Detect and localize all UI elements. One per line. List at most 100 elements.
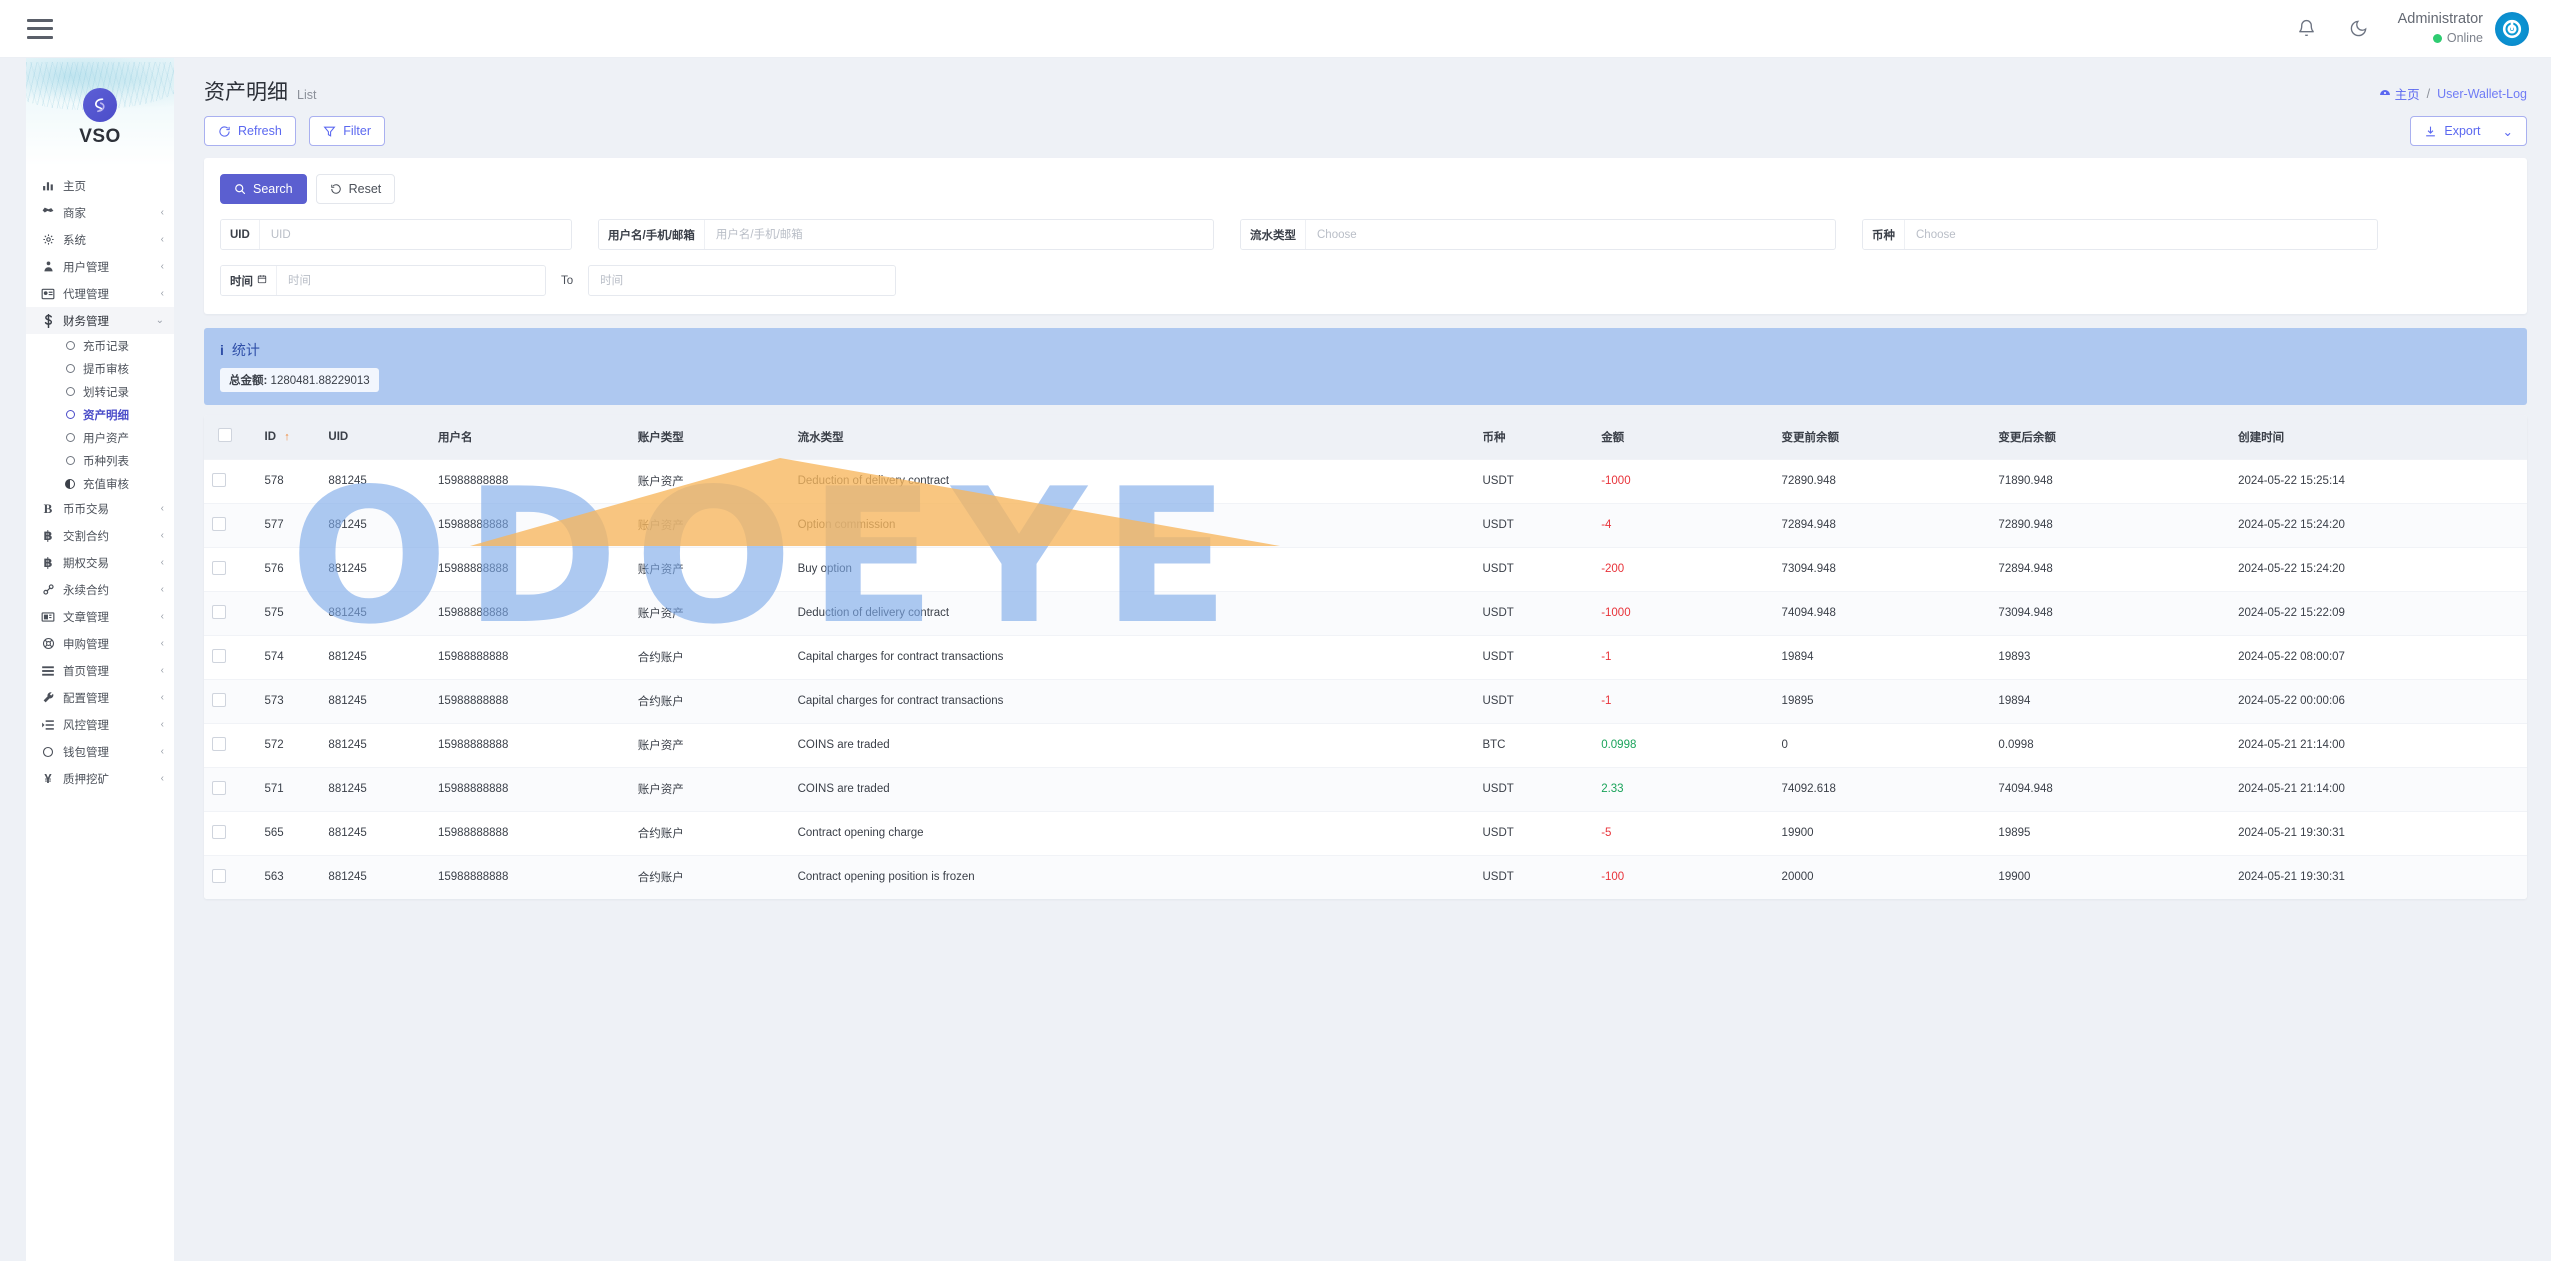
sidebar-item-coin-trading[interactable]: B 币币交易 ‹ <box>26 495 174 522</box>
avatar[interactable] <box>2495 11 2529 46</box>
row-checkbox[interactable] <box>212 780 226 795</box>
sidebar-item-user-management[interactable]: 用户管理 ‹ <box>26 253 174 280</box>
search-button[interactable]: Search <box>220 174 307 204</box>
sidebar-item-article-management[interactable]: 文章管理 ‹ <box>26 603 174 630</box>
table-row[interactable]: 565 881245 15988888888 合约账户 Contract opening… <box>204 810 2527 855</box>
column-id[interactable]: ID ↑ <box>256 415 321 459</box>
table-row[interactable]: 578 881245 15988888888 账户资产 Deduction of del… <box>204 458 2527 503</box>
sidebar-subitem-transfer-records[interactable]: 划转记录 <box>26 380 174 403</box>
sidebar-subitem-withdraw-review[interactable]: 提币审核 <box>26 357 174 380</box>
sidebar-item-system[interactable]: 系统 ‹ <box>26 226 174 253</box>
column-flow-type[interactable]: 流水类型 <box>789 415 1475 459</box>
row-checkbox[interactable] <box>212 472 226 487</box>
username-field[interactable]: 用户名/手机/邮箱 <box>598 219 1214 250</box>
sidebar-subitem-deposit-records[interactable]: 充币记录 <box>26 334 174 357</box>
column-created-at[interactable]: 创建时间 <box>2230 415 2527 459</box>
coin-select[interactable] <box>1905 220 2377 249</box>
uid-input[interactable] <box>259 220 571 249</box>
row-checkbox[interactable] <box>212 868 226 883</box>
time-from-input[interactable] <box>277 266 545 295</box>
table-row[interactable]: 575 881245 15988888888 账户资产 Deduction of del… <box>204 590 2527 635</box>
row-checkbox-cell[interactable] <box>204 854 257 899</box>
sidebar-subitem-coin-list[interactable]: 币种列表 <box>26 449 174 472</box>
sort-asc-icon[interactable]: ↑ <box>284 431 290 443</box>
sidebar-item-risk-management[interactable]: 风控管理 ‹ <box>26 711 174 738</box>
row-checkbox-cell[interactable] <box>204 634 257 679</box>
sidebar-item-perpetual-contract[interactable]: 永续合约 ‹ <box>26 576 174 603</box>
refresh-button[interactable]: Refresh <box>204 116 296 146</box>
row-checkbox-cell[interactable] <box>204 590 257 635</box>
sidebar-subitem-asset-details[interactable]: 资产明细 <box>26 403 174 426</box>
moon-icon[interactable] <box>2346 16 2372 42</box>
coin-field[interactable]: 币种 <box>1862 219 2378 250</box>
row-checkbox[interactable] <box>212 516 226 531</box>
row-checkbox-cell[interactable] <box>204 502 257 547</box>
sidebar-item-delivery-contract[interactable]: ฿ 交割合约 ‹ <box>26 522 174 549</box>
username-input[interactable] <box>704 220 1213 249</box>
row-checkbox[interactable] <box>212 648 226 663</box>
sidebar-item-agent-management[interactable]: 代理管理 ‹ <box>26 280 174 307</box>
time-to-input[interactable] <box>589 266 896 295</box>
reset-button[interactable]: Reset <box>315 174 396 204</box>
table-row[interactable]: 577 881245 15988888888 账户资产 Option commissio… <box>204 502 2527 547</box>
cell-account-type: 合约账户 <box>629 678 790 723</box>
select-all-checkbox[interactable] <box>218 428 232 443</box>
cell-uid: 881245 <box>320 810 430 855</box>
hamburger-icon[interactable] <box>27 18 53 39</box>
row-checkbox[interactable] <box>212 692 226 707</box>
column-amount[interactable]: 金额 <box>1593 415 1774 459</box>
column-coin[interactable]: 币种 <box>1474 415 1594 459</box>
time-to-field[interactable] <box>588 265 897 296</box>
sidebar-item-option-trading[interactable]: ฿ 期权交易 ‹ <box>26 549 174 576</box>
sidebar-item-homepage-management[interactable]: 首页管理 ‹ <box>26 657 174 684</box>
filter-button[interactable]: Filter <box>309 116 386 146</box>
column-uid[interactable]: UID <box>320 415 430 459</box>
cell-balance-before: 19894 <box>1773 634 1991 679</box>
row-checkbox-cell[interactable] <box>204 678 257 723</box>
sidebar-subitem-user-assets[interactable]: 用户资产 <box>26 426 174 449</box>
table-row[interactable]: 576 881245 15988888888 账户资产 Buy option USDT -2… <box>204 546 2527 591</box>
chevron-down-icon[interactable]: ⌄ <box>2503 124 2513 139</box>
sidebar-item-finance-management[interactable]: 财务管理 ⌄ <box>26 307 174 334</box>
table-row[interactable]: 563 881245 15988888888 合约账户 Contract opening… <box>204 854 2527 899</box>
row-checkbox[interactable] <box>212 824 226 839</box>
sidebar-item-merchant[interactable]: 商家 ‹ <box>26 199 174 226</box>
row-checkbox[interactable] <box>212 736 226 751</box>
export-button[interactable]: Export ⌄ <box>2410 116 2527 146</box>
sidebar-subitem-recharge-review[interactable]: 充值审核 <box>26 472 174 495</box>
row-checkbox-cell[interactable] <box>204 722 257 767</box>
search-form-row-2: 时间 To <box>220 265 2511 296</box>
flowtype-field[interactable]: 流水类型 <box>1240 219 1836 250</box>
breadcrumb-current[interactable]: User-Wallet-Log <box>2437 87 2527 101</box>
row-checkbox[interactable] <box>212 604 226 619</box>
uid-field[interactable]: UID <box>220 219 572 250</box>
row-checkbox[interactable] <box>212 560 226 575</box>
sidebar-item-home[interactable]: 主页 <box>26 172 174 199</box>
bell-icon[interactable] <box>2294 16 2320 42</box>
row-checkbox-cell[interactable] <box>204 546 257 591</box>
page-title-text: 资产明细 <box>204 81 288 104</box>
time-from-field[interactable]: 时间 <box>220 265 546 296</box>
breadcrumb: 主页 / User-Wallet-Log <box>2379 76 2527 103</box>
coin-label: 币种 <box>1863 220 1905 249</box>
sidebar-item-wallet-management[interactable]: 钱包管理 ‹ <box>26 738 174 765</box>
sidebar-item-label: 永续合约 <box>63 584 109 597</box>
user-menu[interactable]: Administrator Online <box>2398 10 2529 46</box>
sidebar-item-staking-mining[interactable]: ¥ 质押挖矿 ‹ <box>26 765 174 792</box>
column-username[interactable]: 用户名 <box>430 415 630 459</box>
table-row[interactable]: 571 881245 15988888888 账户资产 COINS are traded… <box>204 766 2527 811</box>
table-row[interactable]: 573 881245 15988888888 合约账户 Capital charges … <box>204 678 2527 723</box>
row-checkbox-cell[interactable] <box>204 458 257 503</box>
table-row[interactable]: 574 881245 15988888888 合约账户 Capital charges … <box>204 634 2527 679</box>
breadcrumb-home[interactable]: 主页 <box>2379 84 2420 103</box>
sidebar-item-config-management[interactable]: 配置管理 ‹ <box>26 684 174 711</box>
row-checkbox-cell[interactable] <box>204 810 257 855</box>
column-balance-before[interactable]: 变更前余额 <box>1773 415 1991 459</box>
cell-balance-after: 74094.948 <box>1990 766 2231 811</box>
table-row[interactable]: 572 881245 15988888888 账户资产 COINS are traded… <box>204 722 2527 767</box>
row-checkbox-cell[interactable] <box>204 766 257 811</box>
column-account-type[interactable]: 账户类型 <box>629 415 790 459</box>
flowtype-select[interactable] <box>1306 220 1835 249</box>
column-balance-after[interactable]: 变更后余额 <box>1990 415 2231 459</box>
sidebar-item-subscription-management[interactable]: 申购管理 ‹ <box>26 630 174 657</box>
